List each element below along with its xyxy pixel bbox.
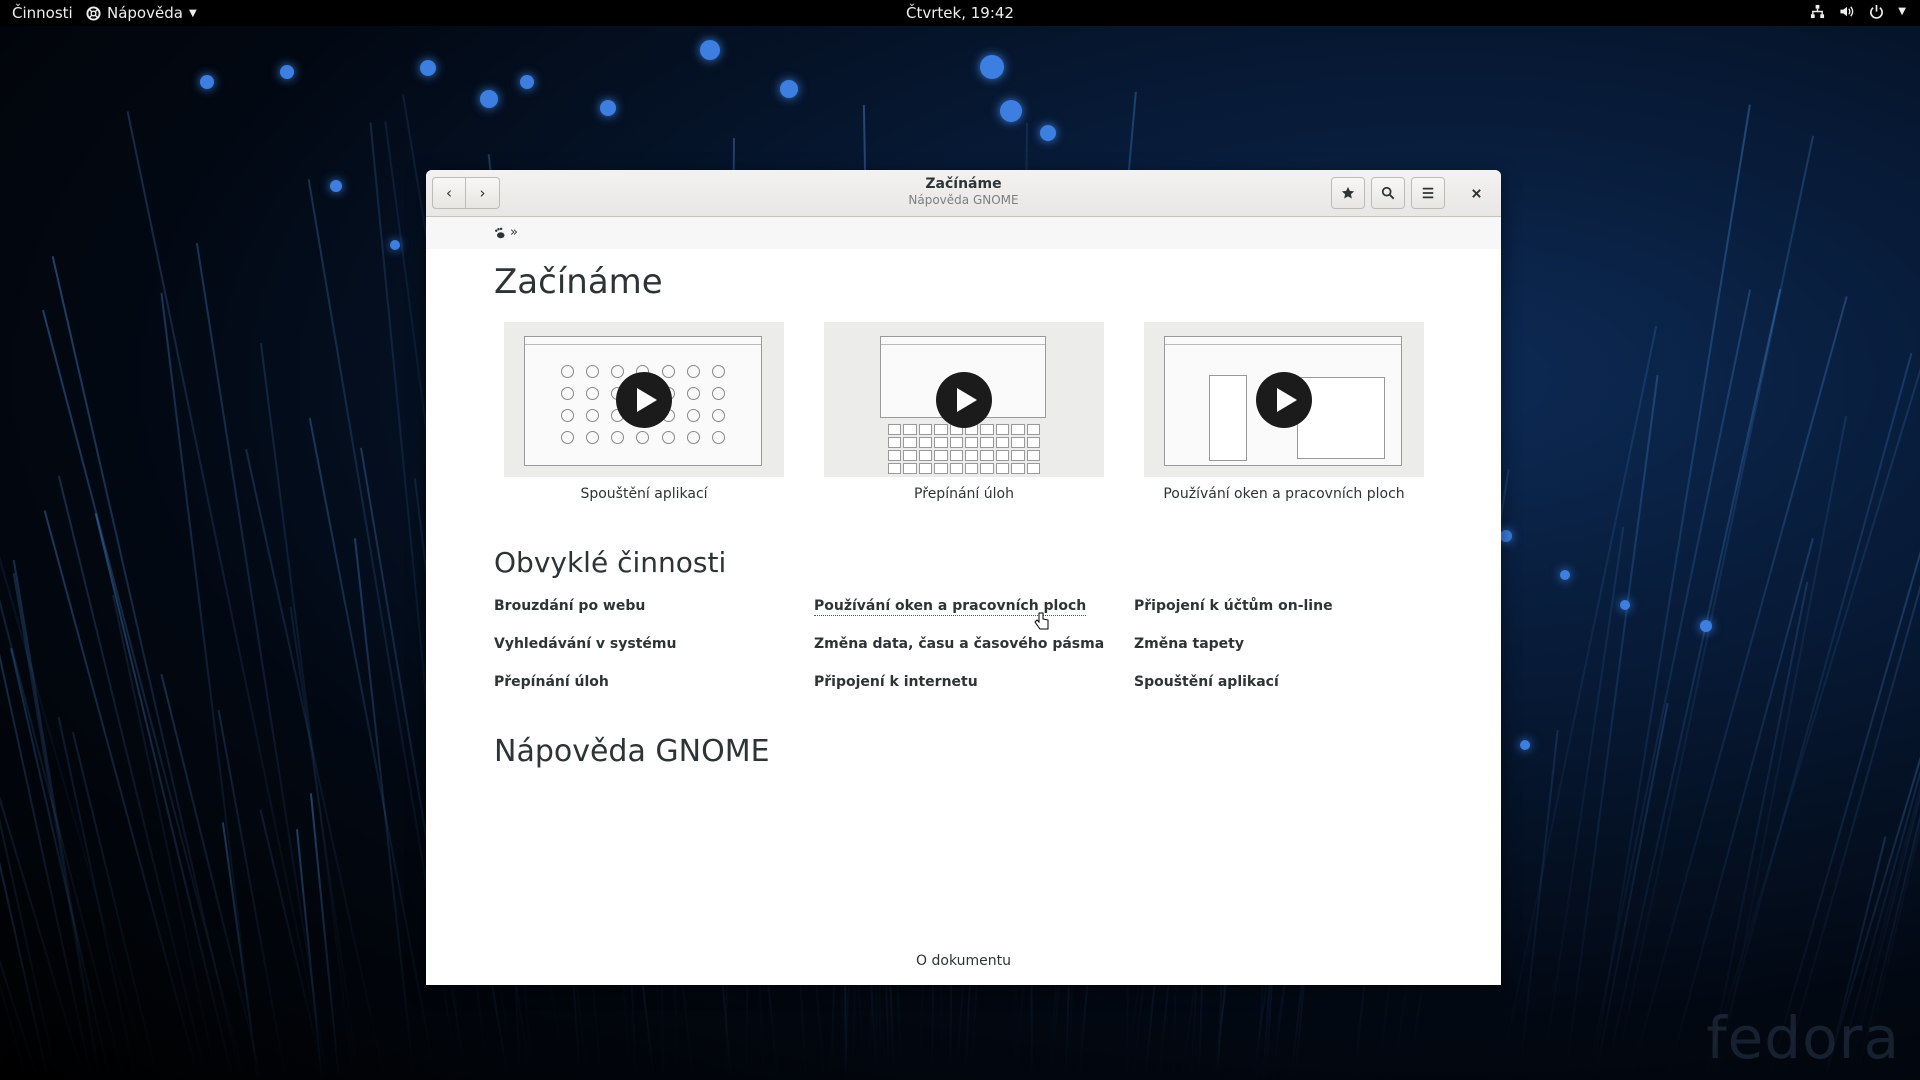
wallpaper-fiber [221,822,259,1080]
video-thumbnail[interactable] [1144,322,1424,477]
chevron-down-icon: ▼ [1898,6,1906,17]
wallpaper-light [1620,600,1630,610]
section-heading-gnome-help: Nápověda GNOME [494,734,770,769]
close-icon [1471,188,1481,198]
wallpaper-fiber [13,560,102,1080]
video-thumbnail[interactable] [824,322,1104,477]
wallpaper-fiber [259,342,356,1080]
star-icon [1341,186,1355,199]
wallpaper-light [1500,530,1512,542]
wallpaper-light [1000,100,1022,122]
video-caption: Spouštění aplikací [580,486,708,502]
task-link[interactable]: Spouštění aplikací [1134,674,1279,690]
breadcrumb: » [426,217,1501,249]
wallpaper-light [700,40,720,60]
hamburger-icon [1422,187,1434,199]
play-icon[interactable] [936,372,992,428]
video-switching-tasks[interactable]: Přepínání úloh [824,322,1104,502]
wallpaper-light [1040,125,1056,141]
wallpaper-light [330,180,342,192]
activities-button[interactable]: Činnosti [12,4,73,22]
video-windows-workspaces[interactable]: Používání oken a pracovních ploch [1144,322,1424,502]
search-button[interactable] [1371,177,1405,209]
help-window: ‹ › Začínáme Nápověda GNOME » Začínáme S… [426,170,1501,985]
play-icon[interactable] [1256,372,1312,428]
wallpaper-light [280,65,294,79]
header-bar: ‹ › Začínáme Nápověda GNOME [426,170,1501,217]
wallpaper-fiber [1563,375,1659,1080]
wallpaper-fiber [10,648,111,1080]
wallpaper-light [520,75,534,89]
menu-button[interactable] [1411,177,1445,209]
section-heading-common-tasks: Obvyklé činnosti [494,546,727,579]
wallpaper-fiber [1497,326,1657,1080]
wallpaper-light [420,60,436,76]
wallpaper-light [1560,570,1570,580]
search-icon [1381,186,1395,200]
task-link[interactable]: Přepínání úloh [494,674,609,690]
wallpaper-fiber [126,111,330,1080]
task-link[interactable]: Připojení k internetu [814,674,978,690]
chevron-down-icon: ▼ [188,7,197,19]
video-thumbnail[interactable] [504,322,784,477]
wallpaper-light [780,80,798,98]
app-menu-button[interactable]: Nápověda ▼ [86,4,197,22]
system-status-menu[interactable]: ▼ [1810,4,1906,19]
about-document-link[interactable]: O dokumentu [916,953,1011,969]
video-gallery: Spouštění aplikací Přepínání úloh Použív… [504,322,1424,512]
wallpaper-fiber [245,449,387,1080]
gnome-foot-icon[interactable] [494,227,506,239]
wallpaper-fiber [160,292,260,1080]
task-link[interactable]: Připojení k účtům on-line [1134,598,1333,614]
wallpaper-light [600,100,616,116]
wallpaper-fiber [71,732,159,1080]
volume-icon [1840,6,1854,17]
breadcrumb-separator: » [510,225,518,240]
close-button[interactable] [1459,177,1493,209]
power-icon [1870,4,1884,19]
wallpaper-light [480,90,498,108]
fedora-watermark: fedora [1706,1004,1900,1072]
wallpaper-fiber [12,573,100,1080]
wallpaper-light [200,75,214,89]
bookmark-button[interactable] [1331,177,1365,209]
page-title: Začínáme [494,262,663,302]
hand-pointer-icon [1034,612,1049,630]
wallpaper-fiber [42,309,247,1080]
top-bar: Činnosti Nápověda ▼ Čtvrtek, 19:42 ▼ [0,0,1920,26]
task-link[interactable]: Změna data, času a časového pásma [814,636,1104,652]
network-icon [1811,4,1825,19]
task-link[interactable]: Brouzdání po webu [494,598,645,614]
video-launching-apps[interactable]: Spouštění aplikací [504,322,784,502]
video-caption: Používání oken a pracovních ploch [1163,486,1405,502]
play-icon[interactable] [616,372,672,428]
wallpaper-fiber [0,274,85,1080]
wallpaper-fiber [94,513,234,1080]
wallpaper-light [390,240,400,250]
help-lifebuoy-icon [86,5,101,21]
video-caption: Přepínání úloh [914,486,1014,502]
task-link[interactable]: Vyhledávání v systému [494,636,676,652]
wallpaper-light [1700,620,1712,632]
clock[interactable]: Čtvrtek, 19:42 [906,4,1014,22]
footer: O dokumentu [426,953,1501,985]
task-link[interactable]: Změna tapety [1134,636,1244,652]
wallpaper-fiber [1613,135,1815,1080]
wallpaper-fiber [1517,729,1559,1080]
wallpaper-light [980,55,1004,79]
app-menu-label: Nápověda [107,4,183,22]
wallpaper-light [1520,740,1530,750]
wallpaper-fiber [0,422,59,1080]
